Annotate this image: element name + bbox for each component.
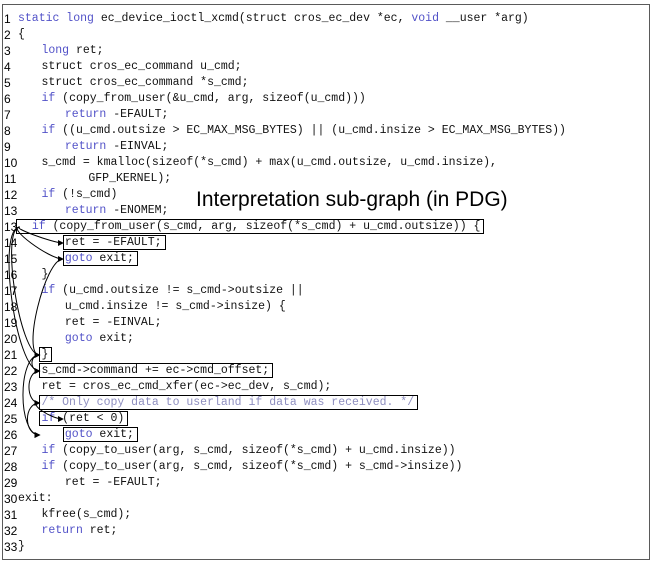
pdg-edge <box>28 370 41 406</box>
pdg-edges <box>8 226 64 438</box>
subgraph-title: Interpretation sub-graph (in PDG) <box>196 187 508 213</box>
pdg-edge <box>22 354 41 438</box>
pdg-edge <box>35 402 64 422</box>
pdg-edge <box>8 226 41 374</box>
pdg-edge <box>32 258 64 358</box>
pdg-edge <box>18 226 64 246</box>
pdg-edge <box>16 226 64 262</box>
